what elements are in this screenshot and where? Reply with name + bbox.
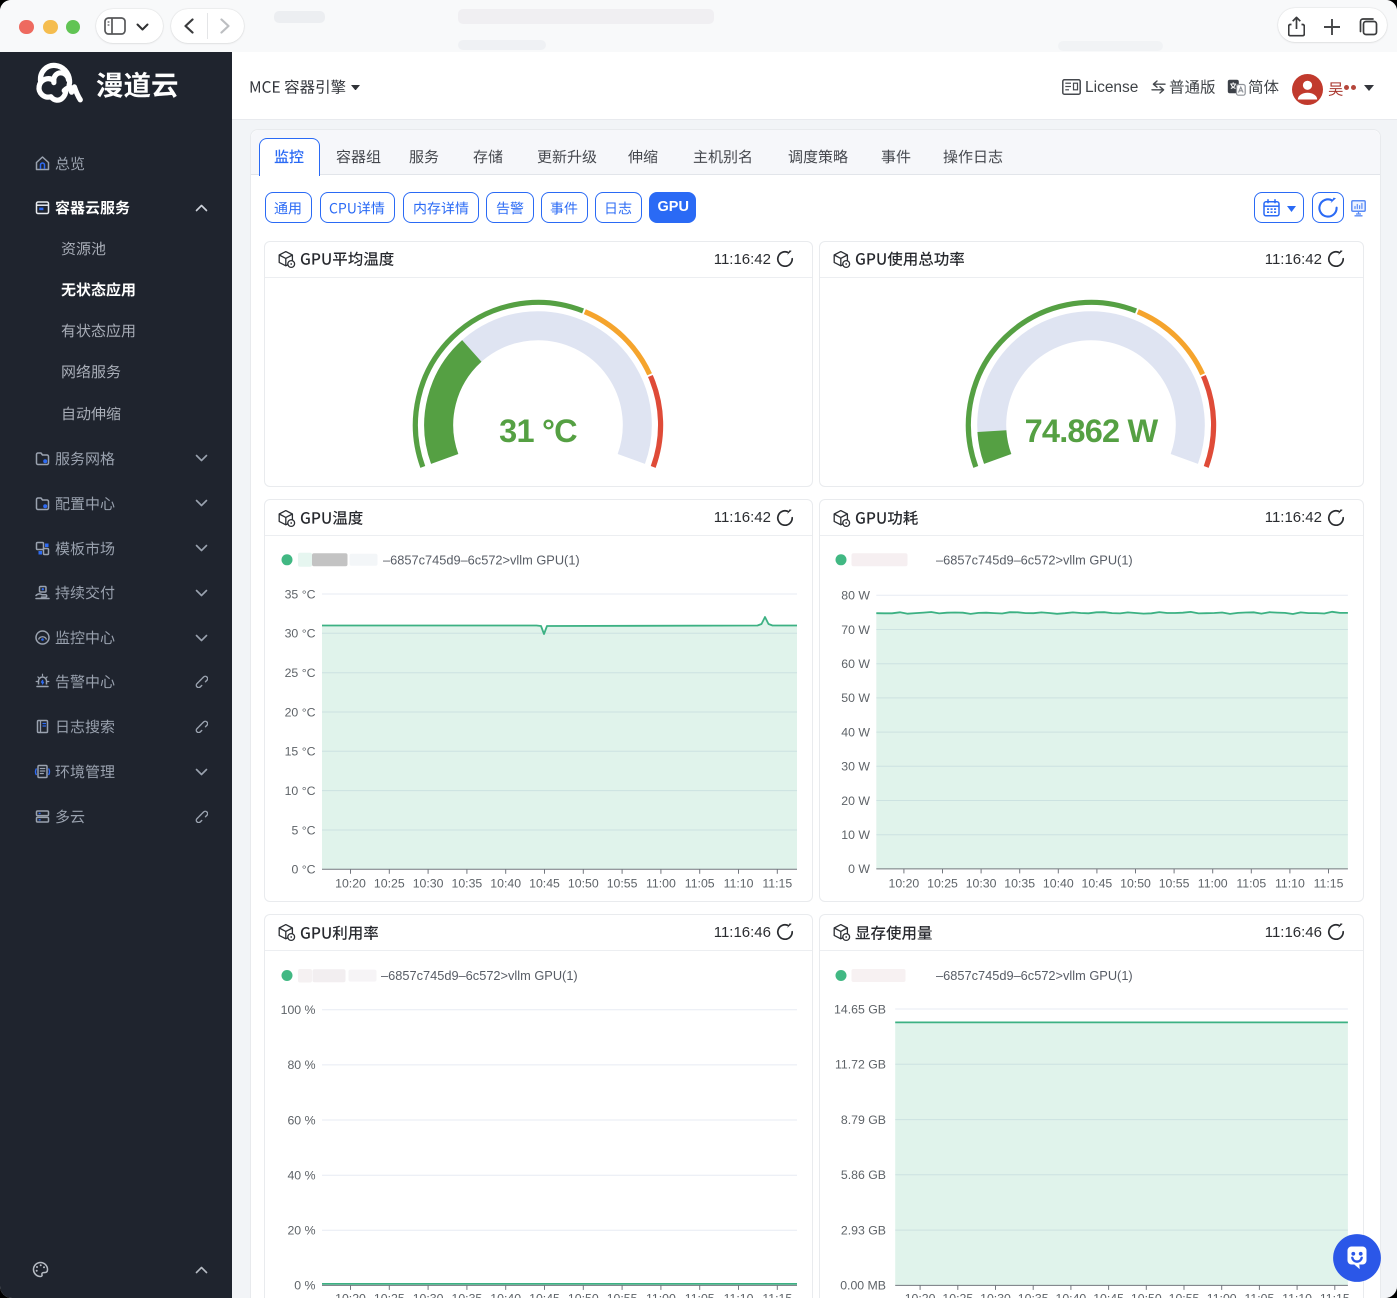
svg-text:10:35: 10:35: [451, 1292, 482, 1298]
svg-text:60 %: 60 %: [287, 1113, 315, 1127]
svg-text:–6857c745d9–6c572>vllm GPU(1): –6857c745d9–6c572>vllm GPU(1): [936, 968, 1133, 983]
svg-text:5.86 GB: 5.86 GB: [840, 1168, 885, 1182]
svg-text:11:05: 11:05: [684, 876, 714, 890]
svg-text:2.93 GB: 2.93 GB: [840, 1223, 885, 1237]
svg-text:10:30: 10:30: [965, 876, 996, 890]
svg-text:10:55: 10:55: [606, 1292, 637, 1298]
svg-text:10:55: 10:55: [1158, 876, 1189, 890]
svg-text:10:35: 10:35: [1004, 876, 1035, 890]
svg-text:70 W: 70 W: [841, 622, 870, 636]
svg-text:11:10: 11:10: [723, 876, 753, 890]
svg-text:0.00 MB: 0.00 MB: [840, 1279, 886, 1293]
svg-text:20 %: 20 %: [287, 1224, 315, 1238]
svg-text:10:40: 10:40: [1042, 876, 1073, 890]
svg-text:11:00: 11:00: [1206, 1292, 1236, 1298]
svg-text:10:20: 10:20: [888, 876, 919, 890]
svg-text:0 %: 0 %: [294, 1279, 315, 1293]
svg-text:10:50: 10:50: [1120, 876, 1151, 890]
svg-text:30 °C: 30 °C: [284, 626, 315, 640]
svg-text:11:15: 11:15: [762, 1292, 792, 1298]
svg-text:10:25: 10:25: [942, 1292, 973, 1298]
svg-text:11:05: 11:05: [684, 1292, 714, 1298]
svg-text:25 °C: 25 °C: [284, 666, 315, 680]
svg-text:10:20: 10:20: [904, 1292, 935, 1298]
svg-text:5 °C: 5 °C: [291, 823, 315, 837]
svg-text:10:40: 10:40: [490, 876, 521, 890]
svg-text:11:05: 11:05: [1244, 1292, 1274, 1298]
svg-text:10:35: 10:35: [1017, 1292, 1048, 1298]
svg-text:11:05: 11:05: [1236, 876, 1266, 890]
svg-text:100 %: 100 %: [280, 1003, 315, 1017]
svg-text:10 W: 10 W: [841, 828, 870, 842]
svg-text:10:20: 10:20: [335, 1292, 366, 1298]
svg-text:20 W: 20 W: [841, 793, 870, 807]
svg-text:11:10: 11:10: [1274, 876, 1304, 890]
svg-text:40 W: 40 W: [841, 725, 870, 739]
svg-text:10:50: 10:50: [1130, 1292, 1161, 1298]
svg-text:80 W: 80 W: [841, 588, 870, 602]
svg-text:0 W: 0 W: [848, 862, 870, 876]
svg-text:31 °C: 31 °C: [499, 413, 577, 449]
svg-text:10:40: 10:40: [490, 1292, 521, 1298]
svg-text:11:00: 11:00: [1197, 876, 1227, 890]
svg-text:8.79 GB: 8.79 GB: [840, 1113, 885, 1127]
svg-text:60 W: 60 W: [841, 657, 870, 671]
svg-text:10:25: 10:25: [373, 1292, 404, 1298]
svg-text:11:10: 11:10: [1282, 1292, 1312, 1298]
svg-text:0 °C: 0 °C: [291, 862, 315, 876]
svg-text:–6857c745d9–6c572>vllm GPU(1): –6857c745d9–6c572>vllm GPU(1): [936, 552, 1133, 567]
svg-text:11:15: 11:15: [762, 876, 792, 890]
svg-text:10:55: 10:55: [1168, 1292, 1199, 1298]
svg-text:11:15: 11:15: [1313, 876, 1343, 890]
svg-text:10:25: 10:25: [927, 876, 958, 890]
svg-text:30 W: 30 W: [841, 759, 870, 773]
svg-text:10:30: 10:30: [980, 1292, 1011, 1298]
svg-text:11:00: 11:00: [645, 876, 675, 890]
svg-text:11.72 GB: 11.72 GB: [834, 1058, 885, 1072]
svg-text:20 °C: 20 °C: [284, 705, 315, 719]
svg-text:15 °C: 15 °C: [284, 744, 315, 758]
svg-text:10:45: 10:45: [529, 1292, 560, 1298]
svg-text:10:25: 10:25: [373, 876, 404, 890]
svg-text:10:30: 10:30: [412, 876, 443, 890]
svg-text:10:50: 10:50: [567, 1292, 598, 1298]
svg-text:10:50: 10:50: [567, 876, 598, 890]
svg-text:10:30: 10:30: [412, 1292, 443, 1298]
svg-text:11:00: 11:00: [645, 1292, 675, 1298]
svg-text:10:45: 10:45: [529, 876, 560, 890]
svg-text:10:45: 10:45: [1081, 876, 1112, 890]
svg-text:74.862 W: 74.862 W: [1025, 413, 1159, 449]
svg-text:14.65 GB: 14.65 GB: [834, 1002, 886, 1016]
svg-text:–6857c745d9–6c572>vllm GPU(1): –6857c745d9–6c572>vllm GPU(1): [381, 968, 578, 983]
svg-text:10:35: 10:35: [451, 876, 482, 890]
svg-text:10 °C: 10 °C: [284, 783, 315, 797]
svg-text:10:40: 10:40: [1055, 1292, 1086, 1298]
svg-text:10:20: 10:20: [335, 876, 366, 890]
svg-text:–6857c745d9–6c572>vllm GPU(1): –6857c745d9–6c572>vllm GPU(1): [383, 552, 580, 567]
svg-text:11:10: 11:10: [723, 1292, 753, 1298]
svg-text:35 °C: 35 °C: [284, 587, 315, 601]
svg-text:10:55: 10:55: [606, 876, 637, 890]
svg-text:50 W: 50 W: [841, 691, 870, 705]
svg-text:10:45: 10:45: [1093, 1292, 1124, 1298]
svg-text:11:15: 11:15: [1319, 1292, 1349, 1298]
svg-text:40 %: 40 %: [287, 1169, 315, 1183]
svg-text:80 %: 80 %: [287, 1058, 315, 1072]
